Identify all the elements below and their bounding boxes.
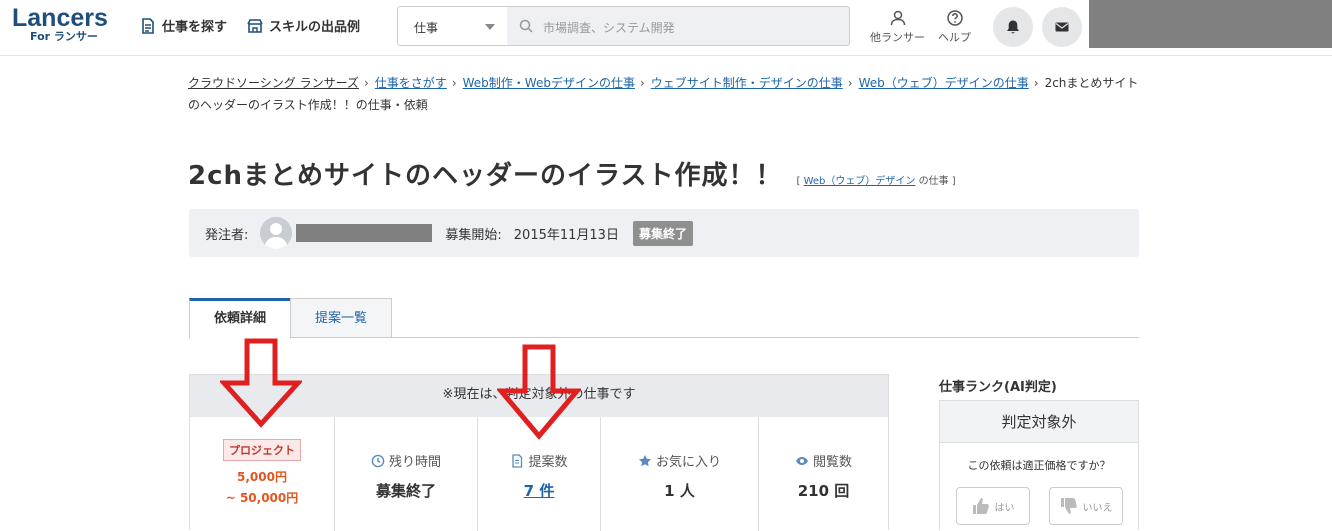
logo-subtext: For ランサー bbox=[30, 30, 98, 43]
proposals-value-wrap: 7 件 bbox=[478, 480, 600, 501]
title-category-suffix: の仕事 ] bbox=[918, 176, 956, 187]
page-title: 2chまとめサイトのヘッダーのイラスト作成！！ bbox=[188, 161, 783, 191]
favorites-value: 1 人 bbox=[664, 482, 695, 500]
breadcrumb-item-find-jobs[interactable]: 仕事をさがす bbox=[375, 76, 447, 90]
logo-text: Lancers bbox=[12, 4, 108, 32]
status-badge: 募集終了 bbox=[632, 220, 693, 246]
breadcrumb: クラウドソーシング ランサーズ › 仕事をさがす › Web制作・Webデザインの仕事 ›… bbox=[188, 72, 1140, 116]
shop-icon bbox=[247, 18, 263, 33]
nav-find-jobs-label: 仕事を探す bbox=[162, 20, 228, 35]
budget-cell: プロジェクト 5,000円 ~ 50,000円 bbox=[190, 417, 335, 531]
vote-no-button[interactable]: いいえ bbox=[1048, 487, 1123, 525]
client-avatar[interactable] bbox=[260, 217, 293, 249]
tab-details[interactable]: 依頼詳細 bbox=[189, 298, 291, 339]
help-label: ヘルプ bbox=[938, 31, 971, 44]
proposals-label: 提案数 bbox=[528, 455, 568, 470]
title-category-link[interactable]: Web（ウェブ）デザイン bbox=[804, 176, 916, 187]
start-label: 募集開始: bbox=[445, 227, 502, 243]
mail-icon bbox=[1055, 22, 1069, 32]
messages-button[interactable] bbox=[1042, 7, 1082, 47]
eye-icon bbox=[795, 456, 808, 465]
person-icon bbox=[890, 10, 905, 26]
favorites-cell: お気に入り 1 人 bbox=[601, 417, 759, 531]
vote-yes-label: はい bbox=[994, 502, 1015, 514]
remaining-label-row: 残り時間 bbox=[335, 451, 477, 470]
client-name-redacted[interactable] bbox=[296, 224, 433, 242]
breadcrumb-separator: › bbox=[1033, 76, 1039, 90]
vote-row: はい いいえ bbox=[940, 487, 1138, 525]
vote-yes-button[interactable]: はい bbox=[955, 487, 1030, 525]
remaining-label: 残り時間 bbox=[388, 455, 441, 470]
lancers-logo[interactable]: Lancers For ランサー bbox=[12, 5, 122, 43]
search-input[interactable]: 市場調査、システム開発 bbox=[507, 6, 850, 46]
remaining-value: 募集終了 bbox=[375, 482, 436, 500]
views-label: 閲覧数 bbox=[812, 455, 852, 470]
search-icon bbox=[519, 19, 533, 33]
annotation-arrow-proposals-icon bbox=[497, 344, 581, 440]
favorites-label-row: お気に入り bbox=[601, 451, 758, 470]
document-icon bbox=[512, 453, 523, 468]
breadcrumb-separator: › bbox=[847, 76, 853, 90]
other-lancers-label: 他ランサー bbox=[870, 31, 925, 44]
price-range: 5,000円 ~ 50,000円 bbox=[190, 467, 334, 509]
search-category-select[interactable]: 仕事 bbox=[397, 6, 508, 46]
project-badge: プロジェクト bbox=[223, 439, 301, 461]
rank-question: この依頼は適正価格ですか？ bbox=[967, 459, 1111, 472]
start-date: 2015年11月13日 bbox=[513, 227, 619, 243]
rank-result: 判定対象外 bbox=[940, 401, 1138, 443]
breadcrumb-separator: › bbox=[363, 76, 369, 90]
title-category-open: [ bbox=[796, 176, 801, 187]
other-lancers-link[interactable]: 他ランサー bbox=[870, 9, 925, 45]
proposals-count-link[interactable]: 7 件 bbox=[524, 482, 555, 500]
title-category: [ Web（ウェブ）デザイン の仕事 ] bbox=[797, 172, 956, 187]
title-row: 2chまとめサイトのヘッダーのイラスト作成！！ [ Web（ウェブ）デザイン の… bbox=[188, 155, 956, 192]
search-category-value: 仕事 bbox=[414, 21, 439, 35]
breadcrumb-separator: › bbox=[451, 76, 457, 90]
bell-icon bbox=[1007, 20, 1019, 34]
views-cell: 閲覧数 210 回 bbox=[759, 417, 888, 531]
top-header: Lancers For ランサー 仕事を探す スキルの出品例 仕事 市場調査、シ… bbox=[0, 0, 1332, 56]
views-value: 210 回 bbox=[797, 482, 850, 500]
remaining-cell: 残り時間 募集終了 bbox=[335, 417, 478, 531]
star-icon bbox=[638, 454, 651, 466]
job-meta-box: 発注者: 募集開始: 2015年11月13日 募集終了 bbox=[189, 209, 1139, 257]
rank-title: 仕事ランク(AI判定) bbox=[939, 380, 1057, 395]
tab-bar: 依頼詳細 提案一覧 bbox=[189, 298, 1139, 339]
document-icon bbox=[142, 17, 154, 34]
thumbs-up-icon bbox=[972, 498, 989, 514]
views-label-row: 閲覧数 bbox=[759, 451, 888, 470]
breadcrumb-item-web-production[interactable]: Web制作・Webデザインの仕事 bbox=[463, 76, 635, 90]
nav-skill-examples-label: スキルの出品例 bbox=[269, 20, 361, 35]
tab-proposals[interactable]: 提案一覧 bbox=[290, 298, 392, 338]
rank-box: 判定対象外 この依頼は適正価格ですか？ はい いいえ bbox=[939, 400, 1139, 530]
help-icon bbox=[946, 10, 963, 26]
breadcrumb-item-home[interactable]: クラウドソーシング ランサーズ bbox=[188, 76, 359, 90]
nav-skill-examples[interactable]: スキルの出品例 bbox=[247, 16, 360, 35]
help-link[interactable]: ヘルプ bbox=[938, 9, 971, 45]
annotation-arrow-budget-icon bbox=[220, 338, 302, 428]
chevron-down-icon bbox=[485, 24, 495, 30]
price-min: 5,000円 bbox=[237, 470, 287, 484]
price-max: ~ 50,000円 bbox=[225, 491, 299, 505]
notifications-button[interactable] bbox=[993, 7, 1033, 47]
user-account-redacted[interactable] bbox=[1089, 0, 1332, 48]
breadcrumb-separator: › bbox=[639, 76, 645, 90]
clock-icon bbox=[371, 454, 385, 467]
proposals-label-row: 提案数 bbox=[478, 451, 600, 470]
breadcrumb-item-website-design[interactable]: ウェブサイト制作・デザインの仕事 bbox=[651, 76, 843, 90]
breadcrumb-item-web-design[interactable]: Web（ウェブ）デザインの仕事 bbox=[859, 76, 1029, 90]
vote-no-label: いいえ bbox=[1082, 502, 1113, 514]
client-label: 発注者: bbox=[205, 227, 249, 243]
nav-find-jobs[interactable]: 仕事を探す bbox=[140, 16, 227, 35]
thumbs-down-icon bbox=[1060, 498, 1077, 514]
search-placeholder: 市場調査、システム開発 bbox=[543, 21, 675, 35]
favorites-label: お気に入り bbox=[655, 455, 721, 470]
